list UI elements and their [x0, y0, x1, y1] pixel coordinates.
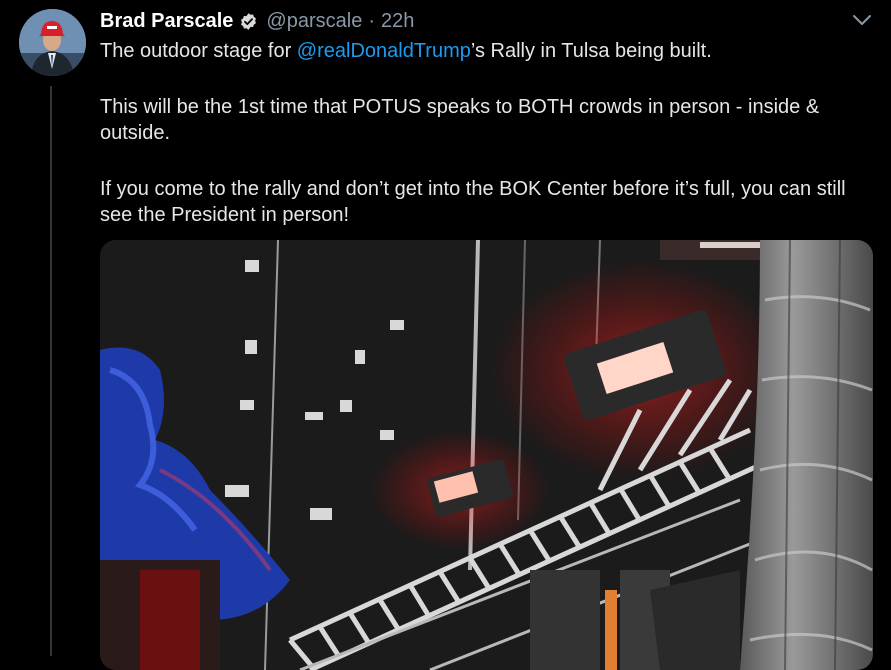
thread-line [50, 86, 52, 656]
text-segment: ’s Rally in Tulsa being built. [470, 40, 712, 62]
tweet-text: The outdoor stage for @realDonaldTrump’s… [100, 38, 870, 258]
avatar-image [19, 9, 86, 76]
tweet-paragraph-3: If you come to the rally and don’t get i… [100, 178, 846, 226]
author-handle[interactable]: @parscale [266, 10, 362, 33]
chevron-down-icon[interactable] [851, 12, 873, 28]
tweet-paragraph-1: The outdoor stage for @realDonaldTrump’s… [100, 38, 870, 64]
tweet-header: Brad Parscale @parscale · 22h [100, 8, 871, 34]
mention-link[interactable]: @realDonaldTrump [297, 40, 471, 62]
author-name[interactable]: Brad Parscale [100, 10, 233, 33]
text-segment: The outdoor stage for [100, 40, 297, 62]
separator-dot: · [368, 9, 375, 32]
tweet-timestamp[interactable]: 22h [381, 10, 414, 33]
stage-photo [100, 240, 873, 670]
tweet-paragraph-2: This will be the 1st time that POTUS spe… [100, 96, 820, 144]
tweet-photo[interactable] [100, 240, 873, 670]
avatar[interactable] [19, 9, 86, 76]
verified-badge-icon [241, 12, 257, 30]
